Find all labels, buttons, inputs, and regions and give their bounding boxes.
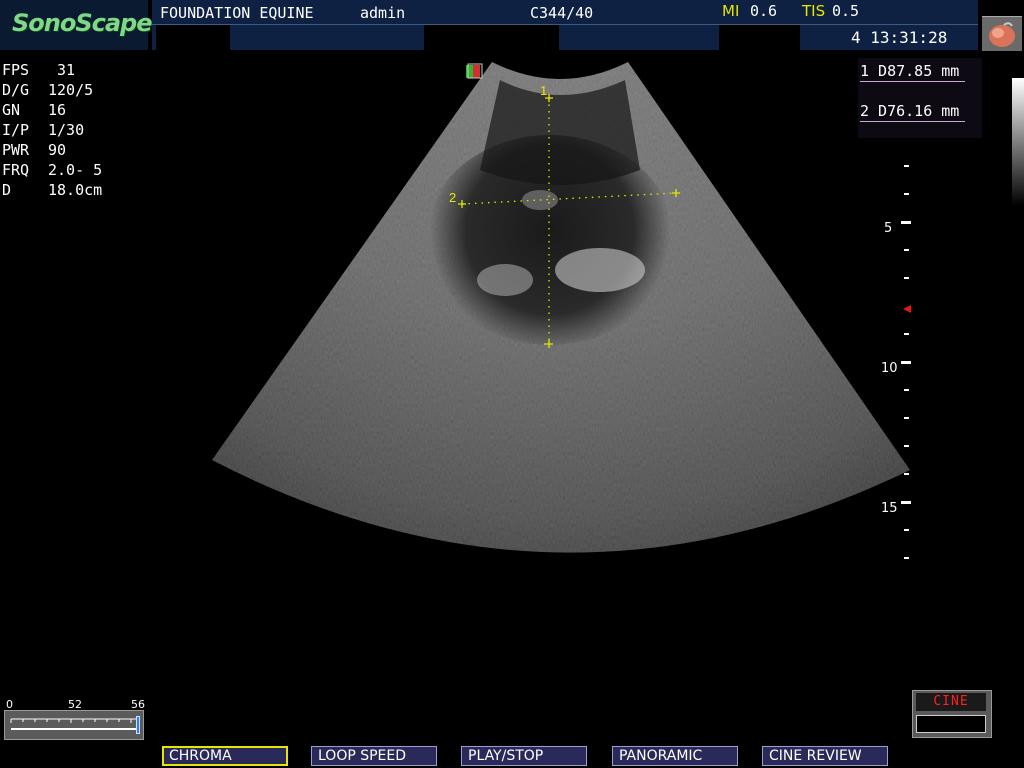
depth-label-5: 5	[884, 221, 893, 236]
depth-label-15: 15	[881, 501, 898, 516]
softkey-play-stop[interactable]: PLAY/STOP	[461, 746, 587, 766]
depth-label-10: 10	[881, 361, 898, 376]
measurement-2: 2 D76.16 mm	[860, 102, 966, 122]
softkey-chroma[interactable]: CHROMA	[162, 746, 288, 766]
depth-scale-ticks	[901, 165, 911, 559]
caliper-label-2: 2	[449, 190, 456, 205]
slider-thumb[interactable]	[136, 716, 140, 734]
softkey-cine-review[interactable]: CINE REVIEW	[762, 746, 888, 766]
measurement-1: 1 D87.85 mm	[860, 62, 966, 82]
sector-scan	[212, 62, 910, 553]
softkey-panoramic[interactable]: PANORAMIC	[612, 746, 738, 766]
cine-label: CINE	[916, 693, 986, 711]
cine-frame-slider[interactable]	[4, 710, 144, 740]
focus-marker-icon	[903, 305, 911, 313]
probe-orientation-marker	[466, 63, 483, 79]
caliper-label-1: 1	[540, 83, 547, 98]
cine-status-field	[916, 715, 986, 733]
grayscale-bar	[1012, 78, 1024, 206]
measurement-results: 1 D87.85 mm 2 D76.16 mm	[858, 58, 982, 138]
cine-indicator[interactable]: CINE	[912, 690, 992, 738]
softkey-loop-speed[interactable]: LOOP SPEED	[311, 746, 437, 766]
